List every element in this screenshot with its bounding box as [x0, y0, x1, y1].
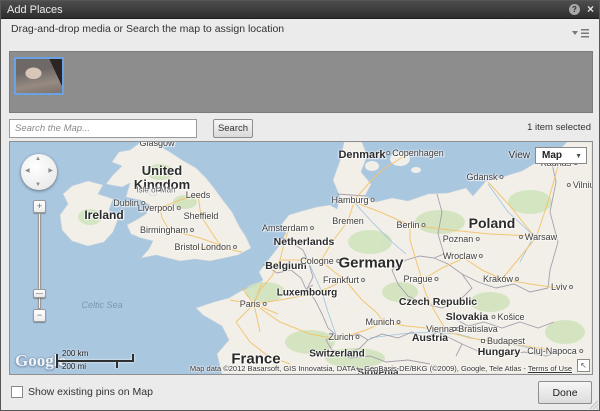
thumbnail-options-icon[interactable] [572, 28, 589, 39]
scale-km-label: 200 km [62, 349, 88, 358]
pan-up-icon[interactable]: ▲ [35, 156, 41, 162]
map-canvas[interactable]: United Kingdom Ireland Denmark Netherlan… [9, 141, 593, 375]
show-pins-checkbox[interactable] [11, 386, 23, 398]
terms-of-use-link[interactable]: Terms of Use [528, 364, 572, 373]
zoom-slider-handle[interactable] [33, 289, 46, 298]
pan-left-icon[interactable]: ◀ [25, 167, 30, 174]
map-search-input[interactable] [9, 119, 197, 138]
map-scale-bar: 200 km 200 mi [56, 349, 136, 371]
zoom-in-button[interactable]: + [33, 200, 46, 213]
pan-down-icon[interactable]: ▼ [35, 182, 41, 188]
view-dropdown-value: Map [542, 150, 562, 161]
add-places-dialog: Add Places ? × Drag-and-drop media or Se… [0, 0, 600, 411]
scale-mi-label: 200 mi [62, 362, 86, 371]
instruction-text: Drag-and-drop media or Search the map to… [11, 23, 284, 35]
selected-media-thumbnail[interactable] [14, 57, 64, 95]
map-attribution: Map data ©2012 Basarsoft, GIS Innovatsia… [190, 364, 572, 373]
close-icon[interactable]: × [587, 4, 594, 15]
help-icon[interactable]: ? [569, 4, 580, 15]
map-pan-control[interactable]: ▲ ▼ ◀ ▶ [21, 154, 57, 190]
zoom-out-button[interactable]: − [33, 309, 46, 322]
expand-map-icon[interactable]: ↖ [577, 359, 590, 372]
media-filmstrip[interactable] [9, 51, 593, 113]
chevron-down-icon: ▼ [575, 149, 582, 164]
resize-grip[interactable] [589, 400, 598, 409]
map-terrain [10, 142, 592, 374]
pan-right-icon[interactable]: ▶ [48, 167, 53, 174]
window-title: Add Places [7, 1, 63, 19]
attribution-text: Map data ©2012 Basarsoft, GIS Innovatsia… [190, 364, 528, 373]
selection-status: 1 item selected [527, 122, 591, 133]
search-button[interactable]: Search [213, 119, 253, 138]
show-pins-label: Show existing pins on Map [28, 386, 153, 398]
done-button[interactable]: Done [538, 381, 592, 404]
view-label: View [509, 150, 531, 161]
chevron-down-icon [572, 31, 578, 35]
map-view-dropdown[interactable]: Map ▼ [535, 147, 587, 164]
title-bar[interactable]: Add Places ? × [1, 1, 599, 19]
list-lines-icon [581, 29, 589, 38]
